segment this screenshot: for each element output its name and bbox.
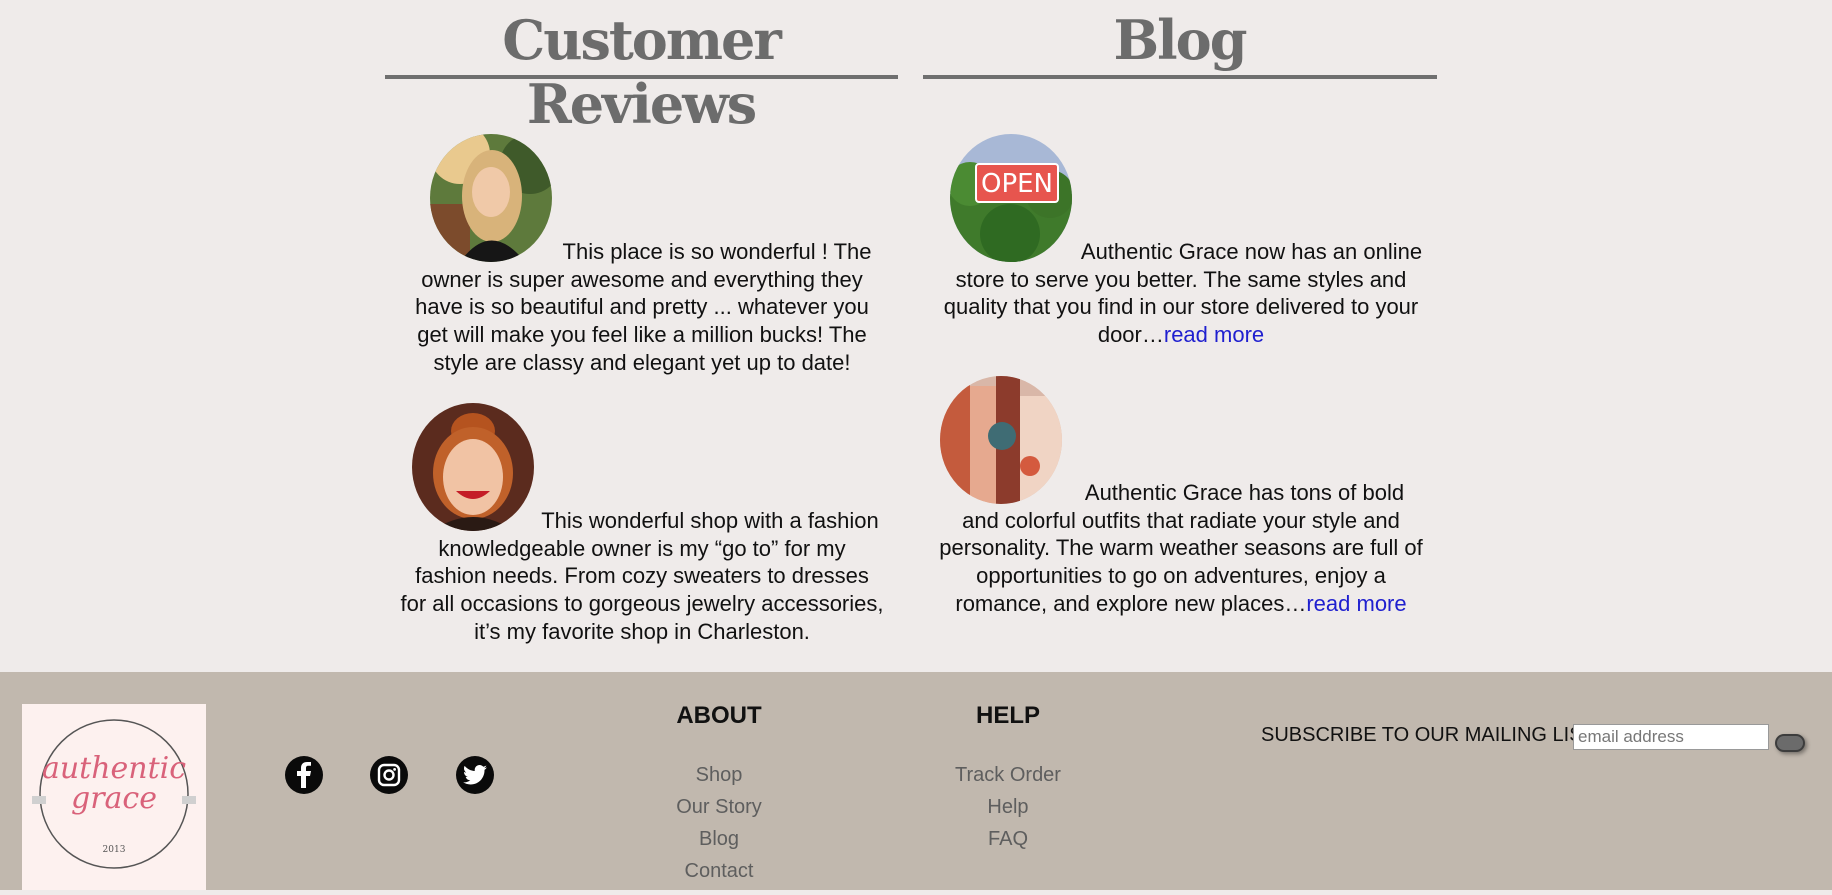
subscribe-button[interactable]: [1775, 734, 1805, 752]
logo-year: 2013: [103, 845, 126, 855]
blog-post-excerpt: Authentic Grace has tons of bold and col…: [939, 480, 1423, 616]
email-field[interactable]: [1573, 724, 1769, 750]
reviews-title: Customer Reviews: [502, 8, 782, 136]
help-heading: HELP: [975, 702, 1040, 729]
logo-text-grace: grace: [71, 781, 157, 816]
mailing-list-label: SUBSCRIBE TO OUR MAILING LIST: [1261, 724, 1595, 746]
blog-title-underline: [923, 75, 1437, 79]
read-more-link[interactable]: read more: [1306, 591, 1406, 616]
read-more-link[interactable]: read more: [1164, 322, 1264, 347]
footer-link-help[interactable]: Help: [908, 796, 1108, 819]
svg-text:OPEN: OPEN: [981, 169, 1053, 199]
instagram-icon[interactable]: [370, 756, 408, 794]
footer-link-shop[interactable]: Shop: [619, 764, 819, 787]
review-text: This wonderful shop with a fashion knowl…: [400, 508, 884, 644]
site-footer: authentic grace 2013 ABOUT Shop Our Stor…: [0, 672, 1832, 890]
review-text: This place is so wonderful ! The owner i…: [415, 239, 872, 375]
footer-link-blog[interactable]: Blog: [619, 828, 819, 851]
footer-link-our-story[interactable]: Our Story: [619, 796, 819, 819]
twitter-icon[interactable]: [456, 756, 494, 794]
blog-title: Blog: [1113, 8, 1248, 72]
facebook-icon[interactable]: [285, 756, 323, 794]
blog-post-excerpt: Authentic Grace now has an online store …: [943, 239, 1423, 348]
footer-link-contact[interactable]: Contact: [619, 860, 819, 883]
authentic-grace-logo[interactable]: authentic grace 2013: [22, 704, 206, 890]
about-heading: ABOUT: [676, 702, 762, 729]
reviews-title-underline: [385, 75, 898, 79]
footer-link-track-order[interactable]: Track Order: [908, 764, 1108, 787]
footer-link-faq[interactable]: FAQ: [908, 828, 1108, 851]
